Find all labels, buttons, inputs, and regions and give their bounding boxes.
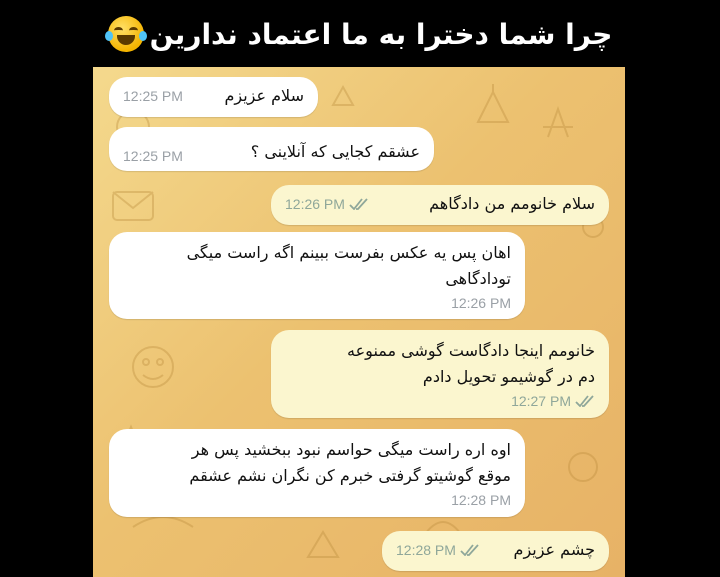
double-check-icon [460, 544, 479, 556]
double-check-icon [575, 395, 594, 407]
message-outgoing-7[interactable]: چشم عزیزم 12:28 PM [382, 531, 609, 571]
message-line: خانومم اینجا دادگاست گوشی ممنوعه [347, 341, 595, 360]
message-time: 12:25 PM [123, 88, 183, 104]
message-line: موقع گوشیتو گرفتی خبرم کن نگران نشم عشقم [189, 466, 511, 485]
message-line: اهان پس یه عکس بفرست ببینم اگه راست میگی [186, 243, 511, 262]
double-check-icon [349, 198, 368, 210]
message-text: سلام عزیزم [224, 86, 304, 105]
message-time: 12:26 PM [285, 196, 345, 212]
message-incoming-2[interactable]: عشقم کجایی که آنلاینی ؟ 12:25 PM [109, 127, 434, 171]
message-time: 12:25 PM [123, 148, 183, 164]
message-time: 12:27 PM [511, 393, 571, 409]
message-incoming-4[interactable]: اهان پس یه عکس بفرست ببینم اگه راست میگی… [109, 232, 525, 319]
message-line: دم در گوشیمو تحویل دادم [422, 367, 595, 386]
message-incoming-6[interactable]: اوه اره راست میگی حواسم نبود ببخشید پس ه… [109, 429, 525, 517]
message-line: تودادگاهی [445, 269, 511, 288]
message-meta: 12:28 PM [396, 537, 480, 563]
message-time: 12:28 PM [396, 542, 456, 558]
message-line: اوه اره راست میگی حواسم نبود ببخشید پس ه… [191, 440, 511, 459]
message-text: سلام خانومم من دادگاهم [429, 194, 595, 213]
message-incoming-1[interactable]: سلام عزیزم 12:25 PM [109, 77, 318, 117]
post-caption: چرا شما دخترا به ما اعتماد ندارین [0, 6, 720, 62]
caption-text: چرا شما دخترا به ما اعتماد ندارین [149, 17, 613, 51]
message-text: عشقم کجایی که آنلاینی ؟ [250, 142, 420, 161]
message-time: 12:28 PM [451, 492, 511, 508]
message-outgoing-3[interactable]: سلام خانومم من دادگاهم 12:26 PM [271, 185, 609, 225]
message-meta: 12:26 PM [285, 191, 369, 217]
face-with-tears-of-joy-icon [104, 16, 147, 52]
chat-window[interactable]: سلام عزیزم 12:25 PM عشقم کجایی که آنلاین… [93, 67, 625, 577]
message-text: چشم عزیزم [513, 540, 595, 559]
message-outgoing-5[interactable]: خانومم اینجا دادگاست گوشی ممنوعه دم در گ… [271, 330, 609, 418]
message-time: 12:26 PM [451, 295, 511, 311]
message-meta: 12:27 PM [511, 388, 595, 414]
